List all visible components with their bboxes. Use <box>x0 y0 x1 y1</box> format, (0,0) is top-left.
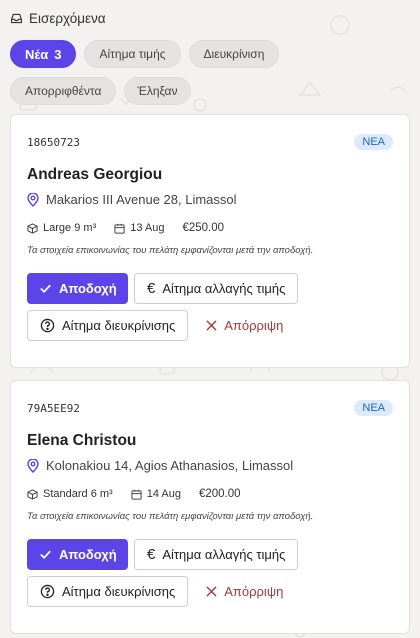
close-icon <box>206 586 217 597</box>
container-size: Standard 6 m³ <box>43 488 113 500</box>
reject-label: Απόρριψη <box>224 318 284 333</box>
close-icon <box>206 320 217 331</box>
job-card: 79A5EE92 ΝΕΑ Elena Christou Kolonakiou 1… <box>10 380 410 634</box>
job-meta: Large 9 m³ 13 Aug €250.00 <box>27 222 393 234</box>
status-badge: ΝΕΑ <box>354 400 393 416</box>
filter-chips: Νέα 3 Αίτημα τιμής Διευκρίνιση Απορριφθέ… <box>0 36 400 105</box>
job-card: 18650723 ΝΕΑ Andreas Georgiou Makarios I… <box>10 114 410 368</box>
euro-icon: € <box>147 280 156 297</box>
reject-button[interactable]: Απόρριψη <box>194 576 295 607</box>
address-text: Kolonakiou 14, Agios Athanasios, Limasso… <box>46 458 294 473</box>
filter-new-count: 3 <box>54 46 62 62</box>
reject-button[interactable]: Απόρριψη <box>194 310 295 341</box>
clarification-label: Αίτημα διευκρίνισης <box>62 584 176 599</box>
clarification-button[interactable]: Αίτημα διευκρίνισης <box>27 576 189 607</box>
clarification-button[interactable]: Αίτημα διευκρίνισης <box>27 310 189 341</box>
box-icon <box>27 488 38 500</box>
euro-icon: € <box>147 546 156 563</box>
filter-expired[interactable]: Έληξαν <box>124 77 191 105</box>
inbox-icon <box>10 12 23 25</box>
contact-note: Τα στοιχεία επικοινωνίας του πελάτη εμφα… <box>27 511 314 522</box>
customer-name: Andreas Georgiou <box>27 166 163 183</box>
filter-new-label: Νέα <box>25 46 49 62</box>
box-icon <box>27 222 38 234</box>
help-circle-icon <box>40 318 55 333</box>
inbox-header: Εισερχόμενα <box>0 0 420 36</box>
address-row: Makarios III Avenue 28, Limassol <box>27 192 393 207</box>
accept-label: Αποδοχή <box>59 281 117 296</box>
check-icon <box>39 282 52 295</box>
job-ref: 18650723 <box>27 135 80 149</box>
calendar-icon <box>131 489 142 500</box>
clarification-label: Αίτημα διευκρίνισης <box>62 318 176 333</box>
job-price: €250.00 <box>182 222 225 234</box>
calendar-icon <box>114 223 125 234</box>
reject-label: Απόρριψη <box>224 584 284 599</box>
price-change-label: Αίτημα αλλαγής τιμής <box>162 281 286 296</box>
filter-new[interactable]: Νέα 3 <box>10 40 77 68</box>
location-pin-icon <box>27 192 39 207</box>
accept-label: Αποδοχή <box>59 547 117 562</box>
check-icon <box>39 548 52 561</box>
job-meta: Standard 6 m³ 14 Aug €200.00 <box>27 488 393 500</box>
accept-button[interactable]: Αποδοχή <box>27 273 128 304</box>
price-change-label: Αίτημα αλλαγής τιμής <box>162 547 286 562</box>
help-circle-icon <box>40 584 55 599</box>
job-ref: 79A5EE92 <box>27 401 80 415</box>
address-row: Kolonakiou 14, Agios Athanasios, Limasso… <box>27 458 393 473</box>
job-price: €200.00 <box>198 488 241 500</box>
job-date: 13 Aug <box>130 222 165 234</box>
page-title: Εισερχόμενα <box>29 10 106 26</box>
contact-note: Τα στοιχεία επικοινωνίας του πελάτη εμφα… <box>27 245 314 256</box>
location-pin-icon <box>27 458 39 473</box>
filter-rejected[interactable]: Απορριφθέντα <box>10 77 117 105</box>
job-date: 14 Aug <box>146 488 181 500</box>
customer-name: Elena Christou <box>27 432 137 449</box>
accept-button[interactable]: Αποδοχή <box>27 539 128 570</box>
container-size: Large 9 m³ <box>43 222 97 234</box>
address-text: Makarios III Avenue 28, Limassol <box>46 192 237 207</box>
filter-price-request[interactable]: Αίτημα τιμής <box>84 40 181 68</box>
price-change-button[interactable]: € Αίτημα αλλαγής τιμής <box>134 273 299 304</box>
price-change-button[interactable]: € Αίτημα αλλαγής τιμής <box>134 539 299 570</box>
filter-clarification[interactable]: Διευκρίνιση <box>188 40 280 68</box>
status-badge: ΝΕΑ <box>354 134 393 150</box>
